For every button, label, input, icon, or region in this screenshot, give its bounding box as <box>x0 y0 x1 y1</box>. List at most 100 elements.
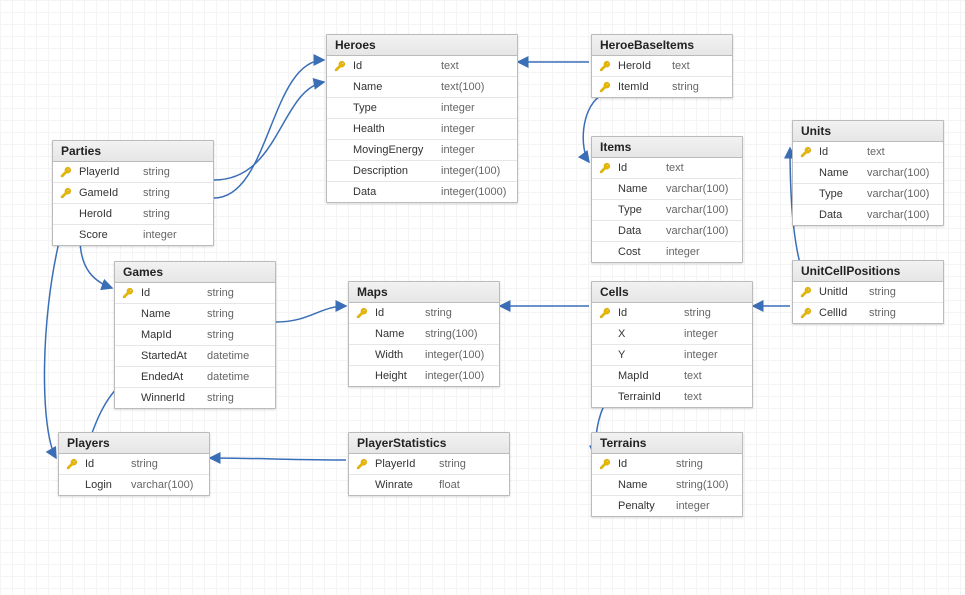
entity-playerStatistics[interactable]: PlayerStatisticsPlayerIdstringWinrateflo… <box>348 432 510 496</box>
field-row[interactable]: Healthinteger <box>327 119 517 140</box>
primary-key-indicator <box>355 307 369 319</box>
field-type: string <box>207 392 234 404</box>
field-name: GameId <box>79 187 137 199</box>
field-row[interactable]: Xinteger <box>592 324 752 345</box>
field-name: Width <box>375 349 419 361</box>
field-name: Login <box>85 479 125 491</box>
field-row[interactable]: Yinteger <box>592 345 752 366</box>
entity-title[interactable]: Parties <box>53 141 213 162</box>
field-row[interactable]: Idstring <box>115 283 275 304</box>
entity-maps[interactable]: MapsIdstringNamestring(100)Widthinteger(… <box>348 281 500 387</box>
field-type: integer <box>684 328 718 340</box>
field-type: integer <box>666 246 700 258</box>
field-row[interactable]: Nametext(100) <box>327 77 517 98</box>
primary-key-indicator <box>59 166 73 178</box>
field-row[interactable]: Idstring <box>349 303 499 324</box>
field-row[interactable]: Penaltyinteger <box>592 496 742 516</box>
field-row[interactable]: Idstring <box>59 454 209 475</box>
entity-players[interactable]: PlayersIdstringLoginvarchar(100) <box>58 432 210 496</box>
entity-title[interactable]: Maps <box>349 282 499 303</box>
entity-games[interactable]: GamesIdstringNamestringMapIdstringStarte… <box>114 261 276 409</box>
field-row[interactable]: Idtext <box>592 158 742 179</box>
field-row[interactable]: StartedAtdatetime <box>115 346 275 367</box>
field-name: Name <box>618 479 670 491</box>
field-row[interactable]: Heightinteger(100) <box>349 366 499 386</box>
primary-key-indicator <box>799 146 813 158</box>
field-type: integer(100) <box>441 165 500 177</box>
field-row[interactable]: GameIdstring <box>53 183 213 204</box>
field-row[interactable]: Widthinteger(100) <box>349 345 499 366</box>
field-row[interactable]: WinnerIdstring <box>115 388 275 408</box>
field-type: string <box>143 166 170 178</box>
primary-key-indicator <box>799 307 813 319</box>
field-name: Name <box>375 328 419 340</box>
field-row[interactable]: Datavarchar(100) <box>592 221 742 242</box>
field-row[interactable]: PlayerIdstring <box>349 454 509 475</box>
entity-unitCellPositions[interactable]: UnitCellPositionsUnitIdstringCellIdstrin… <box>792 260 944 324</box>
field-row[interactable]: ItemIdstring <box>592 77 732 97</box>
field-row[interactable]: Idstring <box>592 303 752 324</box>
entity-heroes[interactable]: HeroesIdtextNametext(100)TypeintegerHeal… <box>326 34 518 203</box>
field-row[interactable]: Namestring <box>115 304 275 325</box>
entity-cells[interactable]: CellsIdstringXintegerYintegerMapIdtextTe… <box>591 281 753 408</box>
entity-title[interactable]: Items <box>592 137 742 158</box>
entity-title[interactable]: Heroes <box>327 35 517 56</box>
entity-title[interactable]: Players <box>59 433 209 454</box>
field-row[interactable]: Namestring(100) <box>349 324 499 345</box>
field-row[interactable]: Namevarchar(100) <box>793 163 943 184</box>
field-name: MovingEnergy <box>353 144 435 156</box>
entity-heroeBaseItems[interactable]: HeroeBaseItemsHeroIdtextItemIdstring <box>591 34 733 98</box>
field-row[interactable]: Cost integer <box>592 242 742 262</box>
field-type: integer <box>143 229 177 241</box>
field-row[interactable]: HeroIdstring <box>53 204 213 225</box>
field-name: CellId <box>819 307 863 319</box>
entity-units[interactable]: UnitsIdtextNamevarchar(100)Typevarchar(1… <box>792 120 944 226</box>
primary-key-indicator <box>598 162 612 174</box>
field-row[interactable]: EndedAtdatetime <box>115 367 275 388</box>
field-name: Id <box>618 458 670 470</box>
field-row[interactable]: MapIdtext <box>592 366 752 387</box>
entity-items[interactable]: ItemsIdtextNamevarchar(100)Typevarchar(1… <box>591 136 743 263</box>
field-name: Description <box>353 165 435 177</box>
field-row[interactable]: HeroIdtext <box>592 56 732 77</box>
field-row[interactable]: CellIdstring <box>793 303 943 323</box>
entity-title[interactable]: HeroeBaseItems <box>592 35 732 56</box>
entity-title[interactable]: Cells <box>592 282 752 303</box>
field-row[interactable]: Description integer(100) <box>327 161 517 182</box>
field-row[interactable]: Datavarchar(100) <box>793 205 943 225</box>
field-row[interactable]: Datainteger(1000) <box>327 182 517 202</box>
field-row[interactable]: UnitIdstring <box>793 282 943 303</box>
field-row[interactable]: Idstring <box>592 454 742 475</box>
field-row[interactable]: TerrainIdtext <box>592 387 752 407</box>
field-row[interactable]: Loginvarchar(100) <box>59 475 209 495</box>
entity-title[interactable]: PlayerStatistics <box>349 433 509 454</box>
entity-title[interactable]: Terrains <box>592 433 742 454</box>
field-row[interactable]: Typevarchar(100) <box>793 184 943 205</box>
field-row[interactable]: Idtext <box>793 142 943 163</box>
primary-key-indicator <box>799 286 813 298</box>
field-type: datetime <box>207 350 249 362</box>
field-name: HeroId <box>618 60 666 72</box>
field-row[interactable]: MovingEnergyinteger <box>327 140 517 161</box>
field-row[interactable]: Typevarchar(100) <box>592 200 742 221</box>
field-row[interactable]: Namestring(100) <box>592 475 742 496</box>
field-row[interactable]: PlayerIdstring <box>53 162 213 183</box>
entity-parties[interactable]: PartiesPlayerIdstringGameIdstringHeroIds… <box>52 140 214 246</box>
primary-key-icon <box>599 458 611 470</box>
entity-terrains[interactable]: TerrainsIdstringNamestring(100)Penaltyin… <box>591 432 743 517</box>
field-row[interactable]: Winratefloat <box>349 475 509 495</box>
field-type: datetime <box>207 371 249 383</box>
entity-title[interactable]: Units <box>793 121 943 142</box>
entity-title[interactable]: UnitCellPositions <box>793 261 943 282</box>
field-name: Cost <box>618 246 660 258</box>
field-row[interactable]: Scoreinteger <box>53 225 213 245</box>
field-type: integer(1000) <box>441 186 506 198</box>
field-name: Id <box>141 287 201 299</box>
field-row[interactable]: Namevarchar(100) <box>592 179 742 200</box>
field-type: varchar(100) <box>867 188 929 200</box>
entity-title[interactable]: Games <box>115 262 275 283</box>
field-row[interactable]: Typeinteger <box>327 98 517 119</box>
field-row[interactable]: Idtext <box>327 56 517 77</box>
field-type: string <box>425 307 452 319</box>
field-row[interactable]: MapIdstring <box>115 325 275 346</box>
